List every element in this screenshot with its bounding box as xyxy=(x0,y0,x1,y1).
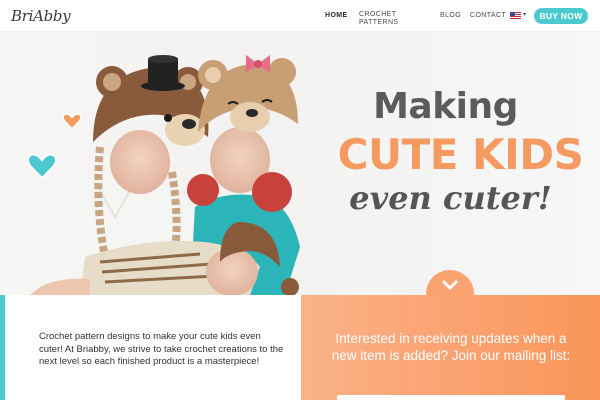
headline-even-cuter: even cuter! xyxy=(349,179,552,217)
nav-link-blog[interactable]: BLOG xyxy=(440,12,461,19)
brand-logo[interactable]: BriAbby xyxy=(11,7,71,25)
headline-cute-kids: CUTE KIDS xyxy=(337,130,584,179)
hero-headline: Making CUTE KIDS even cuter! xyxy=(318,87,600,217)
intro-text: Crochet pattern designs to make your cut… xyxy=(39,331,284,368)
nav-link-contact[interactable]: CONTACT xyxy=(470,12,506,19)
mailing-email-input[interactable] xyxy=(337,395,565,400)
nav-link-home[interactable]: HOME xyxy=(325,12,348,19)
intro-accent-bar xyxy=(0,295,5,400)
teal-heart-icon xyxy=(27,153,57,180)
language-caret-icon[interactable]: ▾ xyxy=(523,11,526,18)
headline-making: Making xyxy=(373,86,518,127)
hero-banner: Making CUTE KIDS even cuter! xyxy=(0,32,600,295)
orange-heart-icon xyxy=(61,112,83,131)
nav-link-crochet-patterns[interactable]: CROCHET PATTERNS xyxy=(359,11,409,27)
mailing-list-prompt: Interested in receiving updates when a n… xyxy=(331,331,571,363)
intro-section: Crochet pattern designs to make your cut… xyxy=(0,295,301,400)
hero-photo-kids-crochet-hats xyxy=(27,55,300,295)
chevron-down-icon xyxy=(442,280,458,290)
us-flag-icon[interactable] xyxy=(510,12,521,19)
site-header: BriAbby HOME CROCHET PATTERNS BLOG CONTA… xyxy=(0,0,600,32)
mailing-list-section: Interested in receiving updates when a n… xyxy=(301,295,600,400)
buy-now-button[interactable]: BUY NOW xyxy=(534,8,588,24)
